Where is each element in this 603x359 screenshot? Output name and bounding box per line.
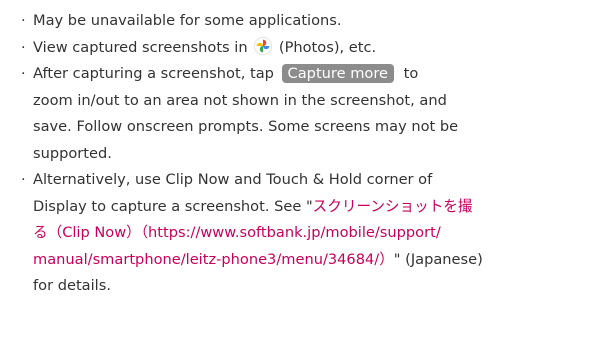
note-item: · May be unavailable for some applicatio… <box>21 8 603 35</box>
note-text: Alternatively, use Clip Now and Touch & … <box>33 171 433 188</box>
note-text: After capturing a screenshot, tap <box>33 65 274 82</box>
capture-more-button-label: Capture more <box>281 64 395 83</box>
note-item: · Alternatively, use Clip Now and Touch … <box>21 167 603 300</box>
bullet: · <box>21 12 26 29</box>
note-text: supported. <box>33 144 112 162</box>
note-text: save. Follow onscreen prompts. Some scre… <box>33 118 459 135</box>
bullet: · <box>21 38 26 56</box>
clip-now-manual-link[interactable]: る（Clip Now）（https://www.softbank.jp/mobi… <box>33 224 441 241</box>
note-text: for details. <box>33 277 111 294</box>
clip-now-manual-link[interactable]: スクリーンショットを撮 <box>313 198 473 215</box>
bullet: · <box>21 171 26 188</box>
clip-now-manual-link[interactable]: manual/smartphone/leitz-phone3/menu/3468… <box>33 251 394 268</box>
note-text: Display to capture a screenshot. See " <box>33 197 313 215</box>
note-text: View captured screenshots in <box>33 38 248 56</box>
bullet: · <box>21 65 26 82</box>
note-item: · After capturing a screenshot, tap Capt… <box>21 61 603 167</box>
note-text: " (Japanese) <box>393 250 483 268</box>
note-text: zoom in/out to an area not shown in the … <box>33 91 447 109</box>
photos-pinwheel-icon <box>254 36 273 55</box>
notes-list: · May be unavailable for some applicatio… <box>0 0 603 300</box>
note-text: May be unavailable for some applications… <box>33 12 342 29</box>
note-text: to <box>399 65 419 82</box>
note-text: (Photos), etc. <box>274 38 377 56</box>
note-item: · View captured screenshots in (Photos),… <box>21 35 603 62</box>
